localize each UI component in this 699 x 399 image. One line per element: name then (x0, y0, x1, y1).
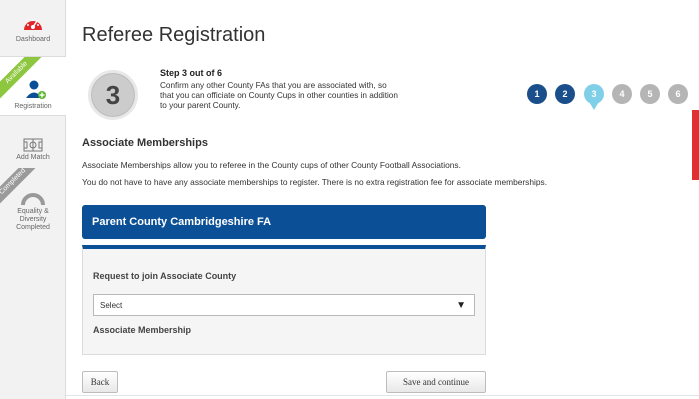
progress-step-2[interactable]: 2 (555, 84, 575, 104)
speedometer-icon (24, 19, 42, 30)
step-description: Confirm any other County FAs that you ar… (160, 81, 398, 110)
progress-step-6: 6 (668, 84, 688, 104)
sidebar-item-label: Equality & (17, 208, 49, 215)
progress-step-3[interactable]: 3 (584, 84, 604, 110)
parent-county-header: Parent County Cambridgeshire FA (82, 205, 486, 239)
section-description-1: Associate Memberships allow you to refer… (82, 160, 461, 170)
section-description-2: You do not have to have any associate me… (82, 177, 548, 187)
section-title: Associate Memberships (82, 137, 208, 149)
progress-step-5: 5 (640, 84, 660, 104)
request-associate-label: Request to join Associate County (93, 271, 237, 281)
progress-step-1[interactable]: 1 (527, 84, 547, 104)
associate-county-select[interactable]: Select ▼ (93, 294, 475, 316)
page-title: Referee Registration (82, 24, 266, 46)
sidebar-item-label: Dashboard (15, 36, 51, 43)
sidebar-item-label: Add Match (16, 154, 50, 161)
sidebar-item-dashboard[interactable]: Dashboard (0, 10, 66, 54)
feedback-tab[interactable] (692, 110, 699, 180)
associate-membership-label: Associate Membership (93, 325, 192, 335)
sidebar-item-label: Diversity (19, 216, 47, 223)
divider (66, 395, 699, 396)
sidebar-item-label: Registration (14, 103, 52, 110)
sidebar-item-registration[interactable]: Available Registration (0, 56, 66, 116)
sidebar-item-add-match[interactable]: Add Match (0, 134, 66, 168)
associate-county-panel: Request to join Associate County Select … (82, 245, 486, 355)
dropdown-arrow-icon: ▼ (456, 300, 466, 311)
back-button[interactable]: Back (82, 371, 118, 393)
add-user-icon (26, 80, 46, 99)
sidebar-item-equality-diversity[interactable]: Completed Equality & Diversity Completed (0, 168, 66, 238)
pitch-icon (23, 138, 43, 152)
progress-step-4: 4 (612, 84, 632, 104)
save-and-continue-button[interactable]: Save and continue (386, 371, 486, 393)
sidebar-item-label: Completed (16, 224, 50, 231)
step-heading: Step 3 out of 6 (160, 68, 223, 78)
gauge-icon (21, 193, 45, 206)
step-number-badge: 3 (88, 70, 138, 120)
select-value: Select (100, 301, 123, 310)
sidebar: Dashboard Available Registration Add Mat… (0, 0, 66, 399)
